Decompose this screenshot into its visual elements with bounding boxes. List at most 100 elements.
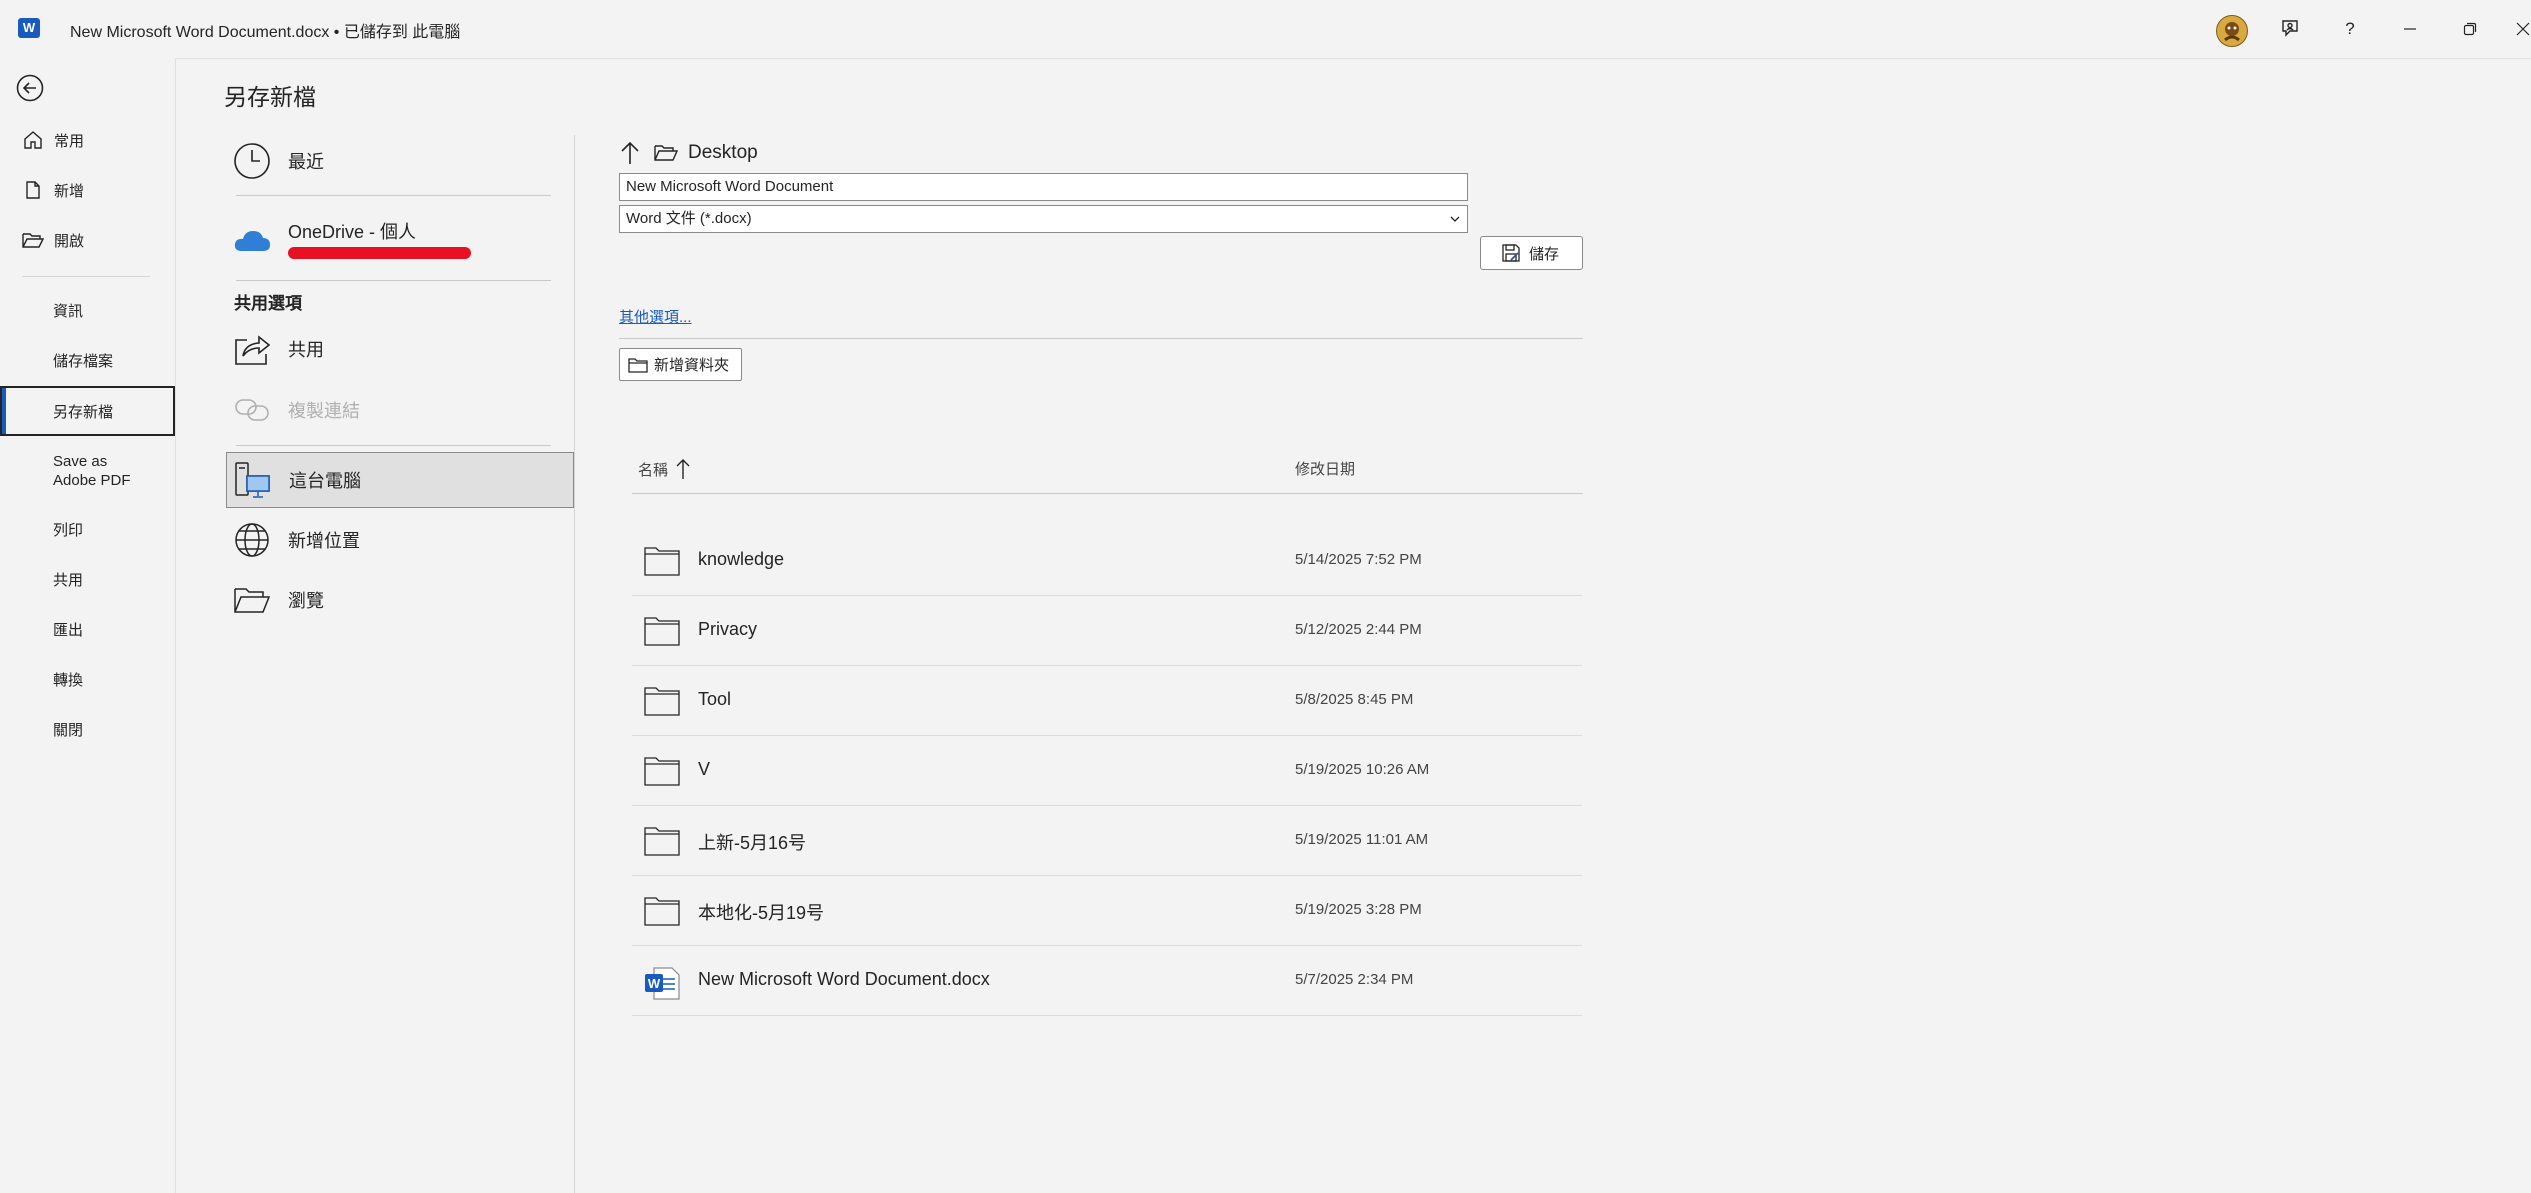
- file-row[interactable]: W New Microsoft Word Document.docx 5/7/20…: [632, 947, 1582, 1016]
- save-button-label: 儲存: [1529, 245, 1560, 263]
- file-name: V: [698, 759, 711, 779]
- file-row[interactable]: Privacy 5/12/2025 2:44 PM: [632, 597, 1582, 666]
- new-document-icon: [22, 180, 44, 200]
- nav-close-label: 關閉: [53, 721, 84, 739]
- file-modified-date: 5/19/2025 3:28 PM: [1295, 901, 1422, 918]
- nav-new-label: 新增: [54, 182, 85, 200]
- nav-transform[interactable]: 轉換: [0, 657, 175, 701]
- column-modified-label: 修改日期: [1295, 461, 1356, 478]
- nav-divider: [22, 276, 150, 277]
- location-copy-link: 複製連結: [226, 383, 574, 437]
- nav-home[interactable]: 常用: [0, 118, 175, 162]
- nav-export[interactable]: 匯出: [0, 607, 175, 651]
- location-recent[interactable]: 最近: [226, 134, 574, 188]
- nav-open-label: 開啟: [54, 232, 85, 250]
- column-divider: [574, 135, 575, 1193]
- file-modified-date: 5/14/2025 7:52 PM: [1295, 551, 1422, 568]
- nav-close[interactable]: 關閉: [0, 707, 175, 751]
- location-this-pc[interactable]: 這台電腦: [226, 452, 574, 508]
- nav-print[interactable]: 列印: [0, 507, 175, 551]
- panel-divider: [619, 338, 1583, 339]
- file-name: 本地化-5月19号: [698, 903, 825, 923]
- location-divider: [236, 280, 551, 281]
- location-add-place[interactable]: 新增位置: [226, 513, 574, 567]
- restore-icon[interactable]: [2455, 15, 2485, 43]
- nav-transform-label: 轉換: [53, 671, 84, 689]
- folder-icon: [644, 896, 680, 926]
- up-arrow-icon[interactable]: [620, 141, 640, 165]
- avatar[interactable]: [2216, 15, 2248, 47]
- file-row[interactable]: V 5/19/2025 10:26 AM: [632, 737, 1582, 806]
- location-this-pc-label: 這台電腦: [289, 471, 361, 491]
- svg-text:W: W: [648, 976, 661, 991]
- open-folder-icon: [22, 230, 44, 250]
- nav-export-label: 匯出: [53, 621, 84, 639]
- help-icon[interactable]: ?: [2335, 15, 2365, 43]
- save-button[interactable]: 儲存: [1480, 236, 1583, 270]
- file-name: Tool: [698, 689, 732, 709]
- file-modified-date: 5/19/2025 11:01 AM: [1295, 831, 1429, 848]
- file-row[interactable]: 上新-5月16号 5/19/2025 11:01 AM: [632, 807, 1582, 876]
- location-onedrive-label: OneDrive - 個人: [288, 222, 417, 242]
- location-browse[interactable]: 瀏覽: [226, 573, 574, 627]
- close-icon[interactable]: [2515, 15, 2531, 43]
- location-share[interactable]: 共用: [226, 322, 574, 376]
- location-recent-label: 最近: [288, 152, 324, 172]
- nav-save-as-pdf-line1: Save as: [53, 453, 108, 470]
- filename-input[interactable]: New Microsoft Word Document: [619, 173, 1468, 201]
- header-divider: [632, 493, 1583, 494]
- file-row[interactable]: Tool 5/8/2025 8:45 PM: [632, 667, 1582, 736]
- nav-print-label: 列印: [53, 521, 84, 539]
- nav-save-as-pdf-label: Save as Adobe PDF: [0, 452, 131, 490]
- location-share-label: 共用: [288, 340, 324, 360]
- location-add-place-label: 新增位置: [288, 531, 360, 551]
- file-name: Privacy: [698, 619, 758, 639]
- nav-open[interactable]: 開啟: [0, 218, 175, 262]
- file-modified-date: 5/12/2025 2:44 PM: [1295, 621, 1422, 638]
- nav-new[interactable]: 新增: [0, 168, 175, 212]
- link-icon: [232, 390, 272, 430]
- filetype-select[interactable]: Word 文件 (*.docx): [619, 205, 1468, 233]
- back-arrow-icon[interactable]: [14, 72, 46, 104]
- column-header-modified[interactable]: 修改日期: [1295, 458, 1355, 479]
- file-row[interactable]: 本地化-5月19号 5/19/2025 3:28 PM: [632, 877, 1582, 946]
- nav-save-as-label: 另存新檔: [53, 403, 114, 421]
- folder-icon: [644, 686, 680, 716]
- onedrive-cloud-icon: [232, 220, 272, 260]
- location-divider: [236, 195, 551, 196]
- nav-save[interactable]: 儲存檔案: [0, 338, 175, 382]
- minimize-icon[interactable]: [2395, 15, 2425, 43]
- file-row[interactable]: knowledge 5/14/2025 7:52 PM: [632, 527, 1582, 596]
- folder-icon: [644, 826, 680, 856]
- computer-icon: [233, 460, 273, 500]
- more-options-link[interactable]: 其他選項...: [619, 306, 692, 327]
- folder-icon: [644, 756, 680, 786]
- nav-share[interactable]: 共用: [0, 557, 175, 601]
- nav-home-label: 常用: [54, 132, 85, 150]
- current-path[interactable]: Desktop: [688, 142, 758, 164]
- nav-share-label: 共用: [53, 571, 84, 589]
- nav-save-as-pdf[interactable]: Save as Adobe PDF: [0, 446, 175, 496]
- sort-ascending-icon: [676, 458, 690, 480]
- new-folder-label: 新增資料夾: [654, 357, 730, 374]
- file-modified-date: 5/19/2025 10:26 AM: [1295, 761, 1430, 778]
- location-divider: [236, 445, 551, 446]
- file-name: New Microsoft Word Document.docx: [698, 969, 990, 989]
- clock-icon: [232, 141, 272, 181]
- nav-info[interactable]: 資訊: [0, 288, 175, 332]
- column-header-name[interactable]: 名稱: [638, 458, 690, 480]
- chevron-down-icon: [1449, 206, 1461, 232]
- folder-icon: [644, 616, 680, 646]
- document-title: New Microsoft Word Document.docx • 已儲存到 …: [70, 24, 461, 41]
- coauthor-icon[interactable]: [2275, 15, 2305, 43]
- shared-options-heading: 共用選項: [234, 294, 302, 313]
- file-name: knowledge: [698, 549, 785, 569]
- word-document-icon: W: [644, 966, 680, 1000]
- location-copy-link-label: 複製連結: [288, 401, 360, 421]
- new-folder-button[interactable]: 新增資料夾: [619, 348, 742, 381]
- new-folder-icon: [628, 357, 648, 373]
- title-bar: W New Microsoft Word Document.docx • 已儲存…: [0, 0, 2531, 59]
- file-modified-date: 5/7/2025 2:34 PM: [1295, 971, 1414, 988]
- nav-save-as[interactable]: 另存新檔: [0, 386, 175, 436]
- page-title: 另存新檔: [224, 84, 316, 110]
